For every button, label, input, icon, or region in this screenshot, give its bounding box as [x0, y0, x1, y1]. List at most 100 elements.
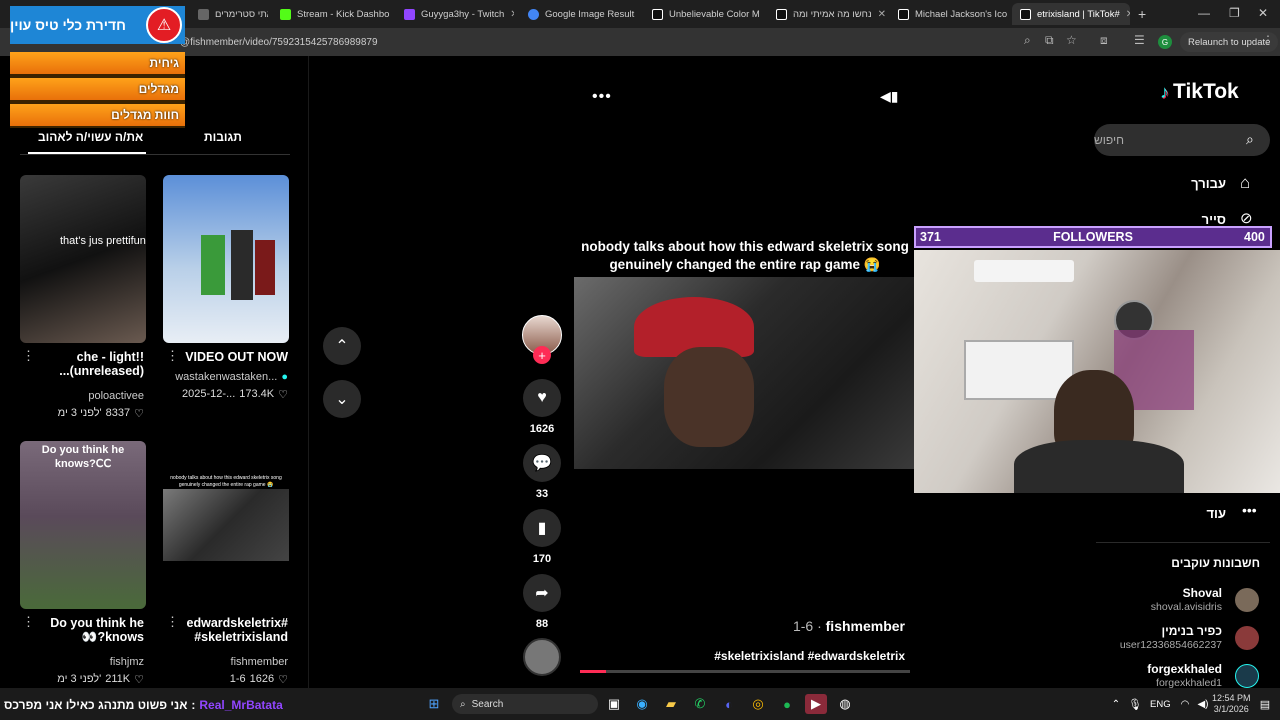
- tab-divider: [20, 154, 290, 155]
- nav-for-you[interactable]: עבורך: [1150, 176, 1226, 191]
- nav-more[interactable]: עוד: [1150, 506, 1226, 521]
- search-icon[interactable]: ⌕: [1246, 131, 1254, 148]
- tiktok-icon: [898, 8, 909, 20]
- card-title[interactable]: VIDEO OUT NOW: [168, 350, 288, 364]
- taskbar-search-label: Search: [471, 698, 504, 710]
- zoom-icon[interactable]: ⌕: [1024, 33, 1031, 48]
- sound-disc-icon[interactable]: [523, 638, 561, 676]
- video-author-row[interactable]: 1-6 · fishmember: [760, 618, 905, 634]
- account-username[interactable]: user12336854662237: [1082, 639, 1222, 651]
- streaming-app-icon[interactable]: ▶: [805, 694, 827, 714]
- card-author[interactable]: fishjmz: [24, 656, 144, 668]
- video-thumbnail[interactable]: Do you think he knows?ꓚꓚ: [20, 441, 146, 609]
- maximize-icon[interactable]: ❐: [1229, 6, 1240, 20]
- tab-title: Google Image Result: [545, 8, 635, 20]
- account-avatar[interactable]: [1235, 626, 1259, 650]
- share-button[interactable]: ➦: [523, 574, 561, 612]
- taskbar-search[interactable]: ⌕ Search: [452, 694, 598, 714]
- tab-you-may-like[interactable]: את/ה עשוי/ה לאהוב: [38, 130, 143, 144]
- heart-icon: ♡: [278, 389, 288, 401]
- video-hashtags[interactable]: #skeletrixisland #edwardskeletrix: [660, 649, 905, 663]
- browser-tab[interactable]: Michael Jackson's Ico✕: [890, 3, 1010, 25]
- home-icon[interactable]: ⌂: [1240, 173, 1250, 193]
- follow-plus-icon[interactable]: +: [533, 346, 551, 364]
- tiktok-icon: [652, 8, 663, 20]
- previous-video-button[interactable]: ⌃: [323, 327, 361, 365]
- heart-icon: ♡: [278, 674, 288, 686]
- file-explorer-icon[interactable]: ▰: [660, 694, 682, 714]
- card-author[interactable]: poloactivee: [24, 390, 144, 402]
- account-name[interactable]: forgexkhaled: [1082, 662, 1222, 676]
- card-title[interactable]: Do you think he knows?👀: [24, 616, 144, 645]
- compass-icon[interactable]: ⊘: [1240, 209, 1253, 227]
- comment-button[interactable]: 💬: [523, 444, 561, 482]
- menu-icon[interactable]: ⋮: [1262, 33, 1274, 47]
- close-icon[interactable]: ✕: [878, 9, 886, 20]
- system-clock[interactable]: 12:54 PM 3/1/2026: [1212, 693, 1251, 715]
- video-thumbnail[interactable]: nobody talks about how this edward skele…: [163, 441, 289, 609]
- tiktok-logo[interactable]: ♪ TikTok: [1160, 80, 1239, 104]
- browser-tab[interactable]: Guyyga3hy - Twitch ✕: [396, 3, 514, 25]
- card-title[interactable]: #edwardskeletrix #skeletrixisland: [168, 616, 288, 644]
- microphone-icon[interactable]: 🎙: [1124, 694, 1146, 714]
- url-field[interactable]: @fishmember/video/7592315425786989879: [70, 31, 1010, 53]
- card-stats: לפני 3 ימ' 8337 ♡: [24, 407, 144, 420]
- browser-tab[interactable]: Google Image Result✕: [520, 3, 640, 25]
- card-author[interactable]: fishmember: [168, 656, 288, 668]
- save-button[interactable]: ▮: [523, 509, 561, 547]
- streamer-body: [1014, 440, 1184, 493]
- edge-icon[interactable]: ◉: [631, 694, 653, 714]
- account-avatar[interactable]: [1235, 588, 1259, 612]
- card-likes: 173.4K: [239, 388, 275, 400]
- card-likes: 8337: [105, 407, 131, 419]
- close-icon[interactable]: ✕: [1126, 9, 1130, 20]
- account-name[interactable]: Shoval: [1082, 586, 1222, 600]
- profile-avatar[interactable]: G: [1158, 35, 1172, 49]
- more-horizontal-icon[interactable]: •••: [1242, 502, 1257, 518]
- browser-tab[interactable]: Stream - Kick Dashbo✕: [272, 3, 390, 25]
- browser-tab[interactable]: נחשו מה אמיתי ומה ✕: [768, 3, 888, 25]
- next-video-button[interactable]: ⌄: [323, 380, 361, 418]
- minimize-icon[interactable]: —: [1198, 6, 1210, 20]
- account-username[interactable]: shoval.avisidris: [1082, 601, 1222, 613]
- card-title[interactable]: che - light!! (unreleased)...: [24, 350, 144, 378]
- media-icon[interactable]: ☰: [1134, 33, 1145, 47]
- spotify-icon[interactable]: ●: [776, 694, 798, 714]
- chrome-icon[interactable]: ◎: [747, 694, 769, 714]
- video-progress-track[interactable]: [580, 670, 910, 673]
- account-name[interactable]: כפיר בנימין: [1082, 624, 1222, 638]
- like-button[interactable]: ♥: [523, 379, 561, 417]
- obs-icon[interactable]: ◍: [834, 694, 856, 714]
- card-likes: 1626: [249, 673, 275, 685]
- new-tab-icon[interactable]: +: [1138, 6, 1146, 22]
- notification-icon[interactable]: ▤: [1254, 694, 1276, 714]
- card-author-row[interactable]: wastakenwastaken... ●: [168, 371, 288, 383]
- more-options-icon[interactable]: •••: [592, 88, 612, 106]
- speaker-icon[interactable]: ◀): [1192, 694, 1214, 714]
- browser-tab-active[interactable]: etrixisland | TikTok# ✕: [1012, 3, 1130, 25]
- video-thumbnail[interactable]: that's jus prettifun: [20, 175, 146, 343]
- video-player[interactable]: [574, 277, 914, 469]
- account-avatar[interactable]: [1235, 664, 1259, 688]
- browser-tab[interactable]: הבאתי סטרימרים✕: [190, 3, 268, 25]
- language-indicator[interactable]: ENG: [1150, 699, 1171, 710]
- tiktok-note-icon: ♪: [1160, 81, 1169, 102]
- install-icon[interactable]: ⧉: [1045, 33, 1054, 48]
- nav-explore[interactable]: סייר: [1150, 212, 1226, 227]
- bookmark-star-icon[interactable]: ☆: [1066, 33, 1077, 47]
- task-view-icon[interactable]: ▣: [603, 694, 625, 714]
- video-caption: nobody talks about how this edward skele…: [581, 239, 909, 272]
- thumbnail-text: that's jus prettifun: [60, 235, 146, 247]
- search-input[interactable]: חיפוש: [1094, 124, 1270, 156]
- browser-tab[interactable]: Unbelievable Color M✕: [644, 3, 766, 25]
- windows-start-icon[interactable]: ⊞: [423, 694, 445, 714]
- volume-icon[interactable]: ◀▮: [880, 88, 898, 105]
- extensions-icon[interactable]: ⧈: [1100, 33, 1108, 48]
- discord-icon[interactable]: ◐: [718, 694, 740, 714]
- followers-current: 371: [920, 230, 941, 244]
- video-thumbnail[interactable]: [163, 175, 289, 343]
- close-window-icon[interactable]: ✕: [1258, 6, 1268, 20]
- whatsapp-icon[interactable]: ✆: [689, 694, 711, 714]
- close-icon[interactable]: ✕: [510, 9, 514, 20]
- tab-comments[interactable]: תגובות: [204, 130, 242, 144]
